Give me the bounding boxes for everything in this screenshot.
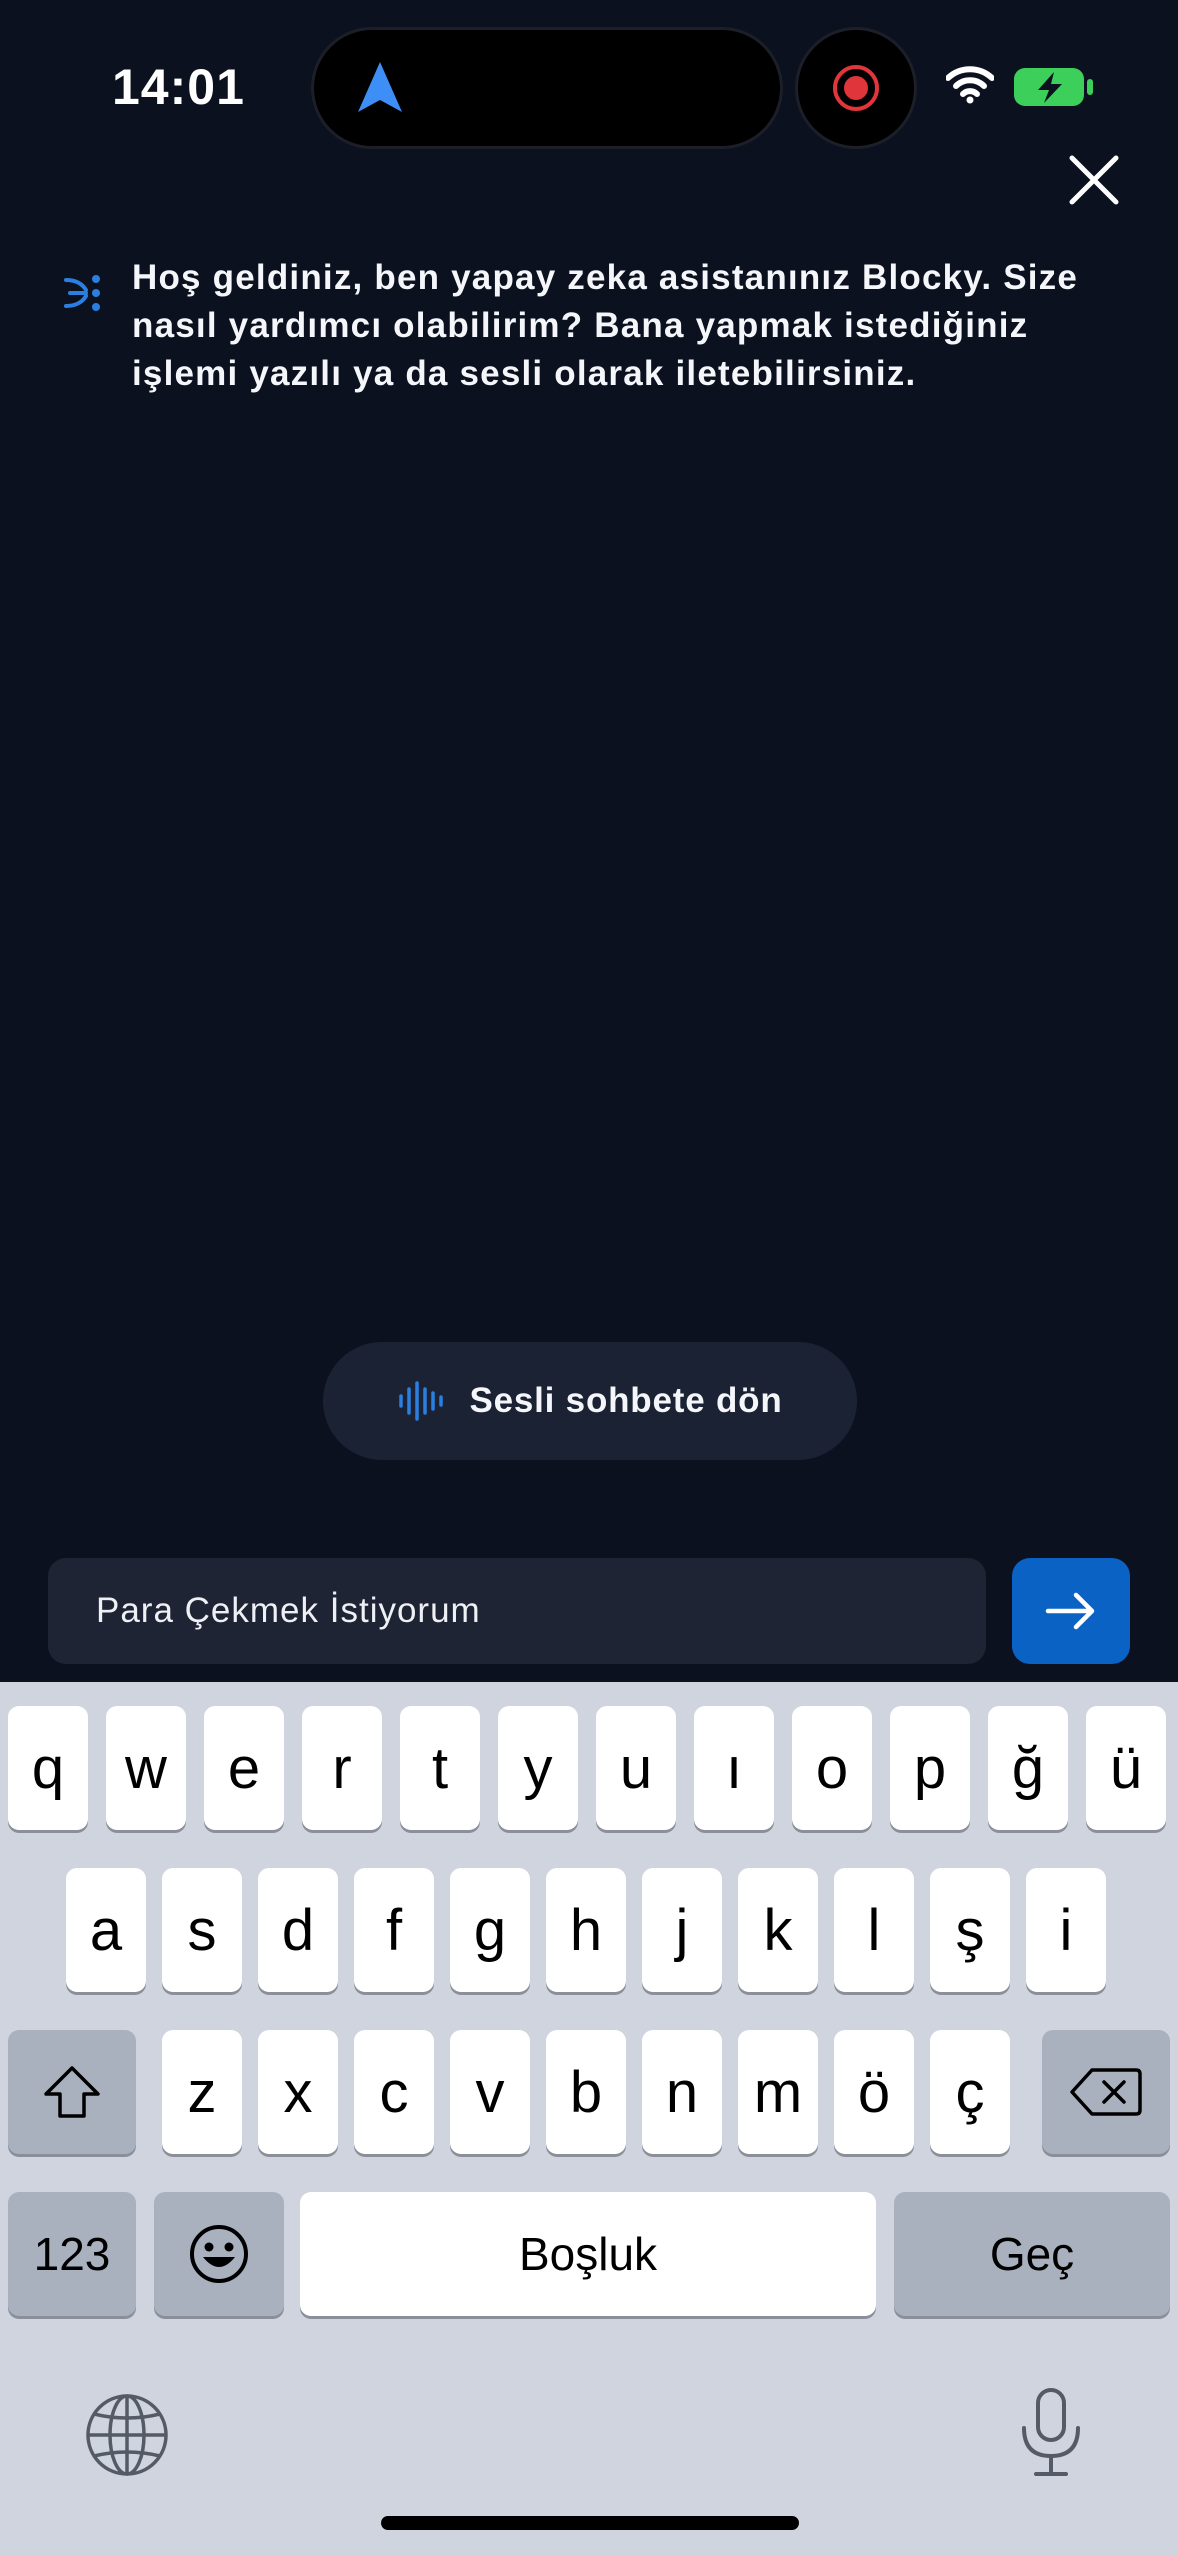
key-g[interactable]: g	[450, 1868, 530, 1992]
key-c[interactable]: c	[354, 2030, 434, 2154]
space-key[interactable]: Boşluk	[300, 2192, 876, 2316]
key-t[interactable]: t	[400, 1706, 480, 1830]
key-k[interactable]: k	[738, 1868, 818, 1992]
key-f[interactable]: f	[354, 1868, 434, 1992]
shift-icon	[44, 2066, 100, 2118]
dynamic-island	[314, 30, 780, 146]
key-n[interactable]: n	[642, 2030, 722, 2154]
key-ç[interactable]: ç	[930, 2030, 1010, 2154]
key-b[interactable]: b	[546, 2030, 626, 2154]
wifi-icon	[946, 66, 994, 104]
key-i[interactable]: i	[1026, 1868, 1106, 1992]
shift-key[interactable]	[8, 2030, 136, 2154]
arrow-right-icon	[1045, 1592, 1095, 1630]
sound-wave-icon	[399, 1381, 444, 1421]
return-key[interactable]: Geç	[894, 2192, 1170, 2316]
bot-message: Hoş geldiniz, ben yapay zeka asistanınız…	[132, 258, 1079, 393]
blocky-avatar-icon	[64, 275, 100, 311]
record-icon	[833, 65, 879, 111]
key-ö[interactable]: ö	[834, 2030, 914, 2154]
key-o[interactable]: o	[792, 1706, 872, 1830]
key-p[interactable]: p	[890, 1706, 970, 1830]
key-a[interactable]: a	[66, 1868, 146, 1992]
keyboard: qwertyuıopğü asdfghjklşi zxcvbnmöç 123 B…	[0, 1682, 1178, 2556]
key-ü[interactable]: ü	[1086, 1706, 1166, 1830]
key-y[interactable]: y	[498, 1706, 578, 1830]
emoji-icon	[190, 2225, 248, 2283]
numbers-key[interactable]: 123	[8, 2192, 136, 2316]
key-z[interactable]: z	[162, 2030, 242, 2154]
key-w[interactable]: w	[106, 1706, 186, 1830]
key-d[interactable]: d	[258, 1868, 338, 1992]
message-input[interactable]: Para Çekmek İstiyorum	[48, 1558, 986, 1664]
key-h[interactable]: h	[546, 1868, 626, 1992]
key-v[interactable]: v	[450, 2030, 530, 2154]
battery-charging-icon	[1014, 68, 1093, 106]
close-icon[interactable]	[1064, 150, 1124, 210]
key-j[interactable]: j	[642, 1868, 722, 1992]
key-s[interactable]: s	[162, 1868, 242, 1992]
voice-chat-label: Sesli sohbete dön	[469, 1381, 783, 1420]
voice-chat-button[interactable]: Sesli sohbete dön	[323, 1342, 857, 1460]
backspace-key[interactable]	[1042, 2030, 1170, 2154]
navigation-arrow-icon	[358, 62, 402, 112]
screen-recording-indicator	[798, 30, 914, 146]
send-button[interactable]	[1012, 1558, 1130, 1664]
backspace-icon	[1070, 2068, 1142, 2116]
key-x[interactable]: x	[258, 2030, 338, 2154]
home-indicator	[381, 2516, 799, 2530]
key-ş[interactable]: ş	[930, 1868, 1010, 1992]
globe-icon[interactable]	[84, 2392, 170, 2478]
key-l[interactable]: l	[834, 1868, 914, 1992]
microphone-icon[interactable]	[1016, 2386, 1086, 2480]
key-u[interactable]: u	[596, 1706, 676, 1830]
key-ı[interactable]: ı	[694, 1706, 774, 1830]
key-ğ[interactable]: ğ	[988, 1706, 1068, 1830]
key-e[interactable]: e	[204, 1706, 284, 1830]
key-r[interactable]: r	[302, 1706, 382, 1830]
status-time: 14:01	[112, 59, 245, 115]
emoji-key[interactable]	[154, 2192, 284, 2316]
key-m[interactable]: m	[738, 2030, 818, 2154]
key-q[interactable]: q	[8, 1706, 88, 1830]
